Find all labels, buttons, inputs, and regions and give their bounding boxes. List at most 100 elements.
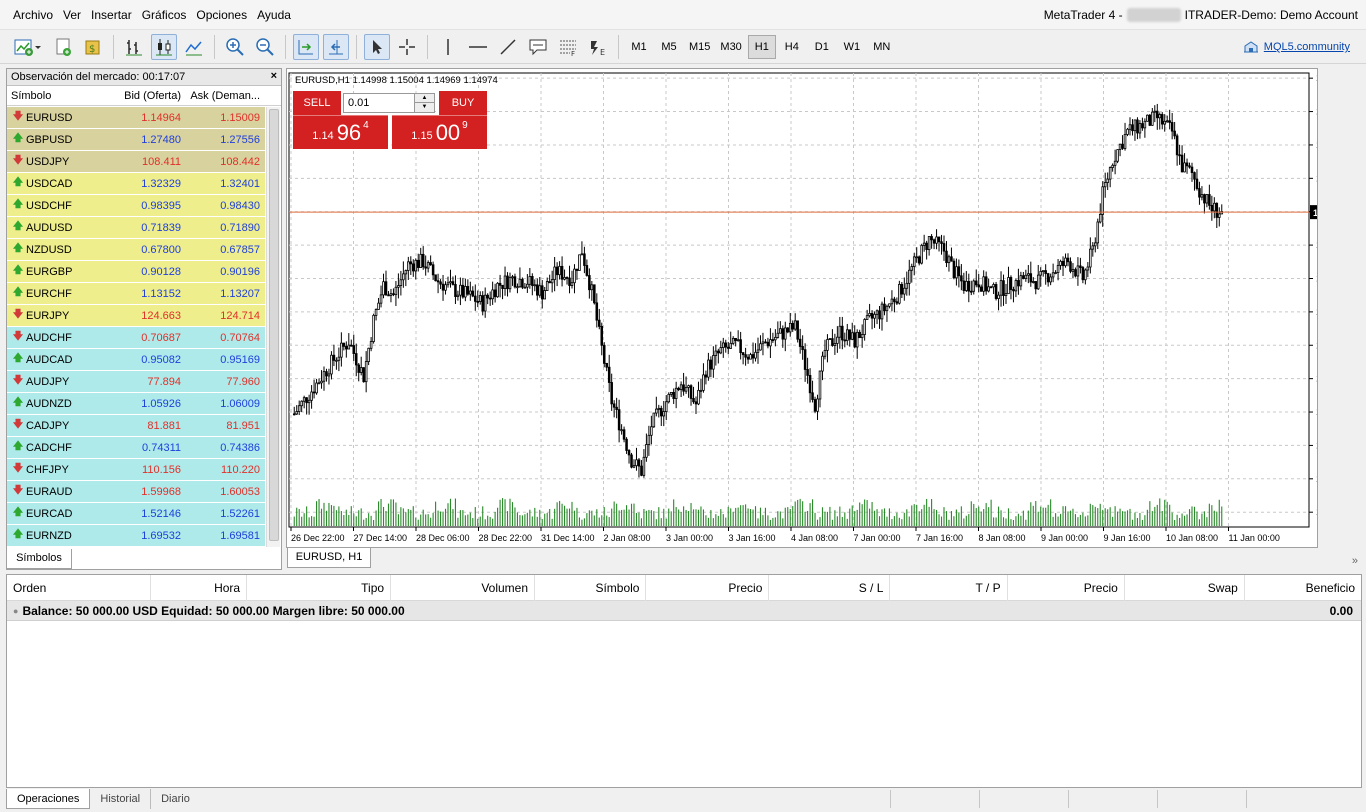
horizontal-line-button[interactable] bbox=[465, 34, 491, 60]
market-watch-row-audusd[interactable]: 🡅 AUDUSD 0.71839 0.71890 bbox=[7, 217, 265, 239]
timeframe-m5[interactable]: M5 bbox=[655, 35, 683, 59]
menu-ayuda[interactable]: Ayuda bbox=[252, 0, 296, 30]
market-watch-row-eurchf[interactable]: 🡅 EURCHF 1.13152 1.13207 bbox=[7, 283, 265, 305]
column-precio[interactable]: Precio bbox=[646, 574, 770, 601]
column-s-l[interactable]: S / L bbox=[769, 574, 891, 601]
candle-bear bbox=[454, 284, 457, 297]
market-watch-row-usdjpy[interactable]: 🡇 USDJPY 108.411 108.442 bbox=[7, 151, 265, 173]
tab-symbols[interactable]: Símbolos bbox=[6, 549, 72, 569]
timeframe-w1[interactable]: W1 bbox=[838, 35, 866, 59]
market-watch-row-cadjpy[interactable]: 🡇 CADJPY 81.881 81.951 bbox=[7, 415, 265, 437]
column-beneficio[interactable]: Beneficio bbox=[1245, 575, 1361, 601]
candlestick-chart-button[interactable] bbox=[151, 33, 177, 60]
new-chart-button[interactable] bbox=[10, 34, 46, 60]
line-chart-button[interactable] bbox=[181, 34, 207, 60]
menu-insertar[interactable]: Insertar bbox=[86, 0, 137, 30]
market-watch-button[interactable]: $ bbox=[80, 34, 106, 60]
buy-button[interactable]: BUY bbox=[439, 91, 487, 115]
market-watch-row-chfjpy[interactable]: 🡇 CHFJPY 110.156 110.220 bbox=[7, 459, 265, 481]
tab-operaciones[interactable]: Operaciones bbox=[6, 789, 91, 809]
tab-chart-eurusd-h1[interactable]: EURUSD, H1 bbox=[287, 548, 371, 568]
profiles-button[interactable] bbox=[50, 34, 76, 60]
market-watch-row-nzdusd[interactable]: 🡅 NZDUSD 0.67800 0.67857 bbox=[7, 239, 265, 261]
expert-advisors-button[interactable]: E bbox=[585, 34, 611, 60]
timeframe-h1[interactable]: H1 bbox=[747, 34, 776, 59]
market-watch-row-eurgbp[interactable]: 🡅 EURGBP 0.90128 0.90196 bbox=[7, 261, 265, 283]
tab-historial[interactable]: Historial bbox=[90, 789, 152, 809]
sell-button[interactable]: SELL bbox=[293, 91, 341, 115]
candle-bull bbox=[684, 387, 688, 392]
bar-chart-button[interactable] bbox=[121, 34, 147, 60]
close-icon[interactable]: × bbox=[271, 70, 277, 82]
sell-price-button[interactable]: 1.14 96 4 bbox=[293, 115, 388, 149]
scrollbar-thumb[interactable] bbox=[269, 109, 279, 541]
market-watch-row-usdcad[interactable]: 🡅 USDCAD 1.32329 1.32401 bbox=[7, 173, 265, 195]
menu-archivo[interactable]: Archivo bbox=[8, 0, 58, 30]
market-watch-row-eurcad[interactable]: 🡅 EURCAD 1.52146 1.52261 bbox=[7, 503, 265, 525]
column-symbol[interactable]: Símbolo bbox=[7, 90, 107, 102]
text-label-button[interactable] bbox=[525, 34, 551, 60]
candle-bear bbox=[848, 329, 852, 340]
balance-text: Balance: 50 000.00 USD Equidad: 50 000.0… bbox=[22, 603, 405, 618]
expand-tabs-icon[interactable]: » bbox=[1352, 555, 1358, 567]
fibonacci-button[interactable]: F bbox=[555, 34, 581, 60]
zoom-in-button[interactable] bbox=[222, 34, 248, 60]
candle-bear bbox=[617, 409, 621, 431]
menu-opciones[interactable]: Opciones bbox=[191, 0, 252, 30]
timeframe-m30[interactable]: M30 bbox=[716, 35, 745, 59]
timeframe-d1[interactable]: D1 bbox=[808, 35, 836, 59]
buy-price-button[interactable]: 1.15 00 9 bbox=[392, 115, 487, 149]
column-precio[interactable]: Precio bbox=[1008, 574, 1125, 601]
column-t-p[interactable]: T / P bbox=[890, 574, 1008, 601]
lot-size-input[interactable]: 0.01 ▲ ▼ bbox=[343, 93, 435, 113]
tab-diario[interactable]: Diario bbox=[151, 789, 200, 809]
candle-bull bbox=[635, 459, 638, 467]
column-hora[interactable]: Hora bbox=[151, 574, 248, 601]
lot-spinner[interactable]: ▲ ▼ bbox=[414, 94, 434, 112]
trendline-button[interactable] bbox=[495, 34, 521, 60]
candle-bull bbox=[880, 303, 884, 320]
timeframe-mn[interactable]: MN bbox=[868, 35, 896, 59]
spin-down-icon[interactable]: ▼ bbox=[415, 103, 434, 112]
market-watch-row-eurusd[interactable]: 🡇 EURUSD 1.14964 1.15009 bbox=[7, 107, 265, 129]
market-watch-row-gbpusd[interactable]: 🡅 GBPUSD 1.27480 1.27556 bbox=[7, 129, 265, 151]
menu-ver[interactable]: Ver bbox=[58, 0, 86, 30]
timeframe-h4[interactable]: H4 bbox=[778, 35, 806, 59]
column-bid[interactable]: Bid (Oferta) bbox=[107, 90, 186, 102]
candle-bull bbox=[523, 286, 527, 289]
vertical-line-button[interactable] bbox=[435, 34, 461, 60]
market-watch-row-audcad[interactable]: 🡅 AUDCAD 0.95082 0.95169 bbox=[7, 349, 265, 371]
market-watch-row-audchf[interactable]: 🡇 AUDCHF 0.70687 0.70764 bbox=[7, 327, 265, 349]
chart-shift-button[interactable] bbox=[323, 33, 349, 60]
market-watch-row-audnzd[interactable]: 🡅 AUDNZD 1.05926 1.06009 bbox=[7, 393, 265, 415]
timeframe-m15[interactable]: M15 bbox=[685, 35, 714, 59]
bid-price: 1.32329 bbox=[141, 177, 181, 190]
candle-bear bbox=[593, 284, 596, 304]
candle-bull bbox=[868, 312, 871, 317]
auto-scroll-button[interactable] bbox=[293, 33, 319, 60]
ask-price: 1.32401 bbox=[220, 177, 260, 190]
market-watch-row-euraud[interactable]: 🡇 EURAUD 1.59968 1.60053 bbox=[7, 481, 265, 503]
column-orden[interactable]: Orden bbox=[7, 574, 151, 601]
market-watch-row-eurnzd[interactable]: 🡅 EURNZD 1.69532 1.69581 bbox=[7, 525, 265, 547]
market-watch-row-audjpy[interactable]: 🡇 AUDJPY 77.894 77.960 bbox=[7, 371, 265, 393]
column-ask[interactable]: Ask (Deman... bbox=[186, 90, 265, 102]
market-watch-row-usdchf[interactable]: 🡅 USDCHF 0.98395 0.98430 bbox=[7, 195, 265, 217]
ask-price: 1.13207 bbox=[220, 287, 260, 300]
mql5-community-link[interactable]: MQL5.community bbox=[1242, 36, 1350, 58]
column-volumen[interactable]: Volumen bbox=[391, 574, 536, 601]
cursor-button[interactable] bbox=[364, 33, 390, 60]
timeframe-m1[interactable]: M1 bbox=[625, 35, 653, 59]
column-tipo[interactable]: Tipo bbox=[247, 574, 392, 601]
column-swap[interactable]: Swap bbox=[1125, 574, 1245, 601]
zoom-out-button[interactable] bbox=[252, 34, 278, 60]
column-s-mbolo[interactable]: Símbolo bbox=[535, 574, 647, 601]
chart-window[interactable]: 1.159331.156941.154551.152161.149771.147… bbox=[286, 68, 1352, 548]
crosshair-button[interactable] bbox=[394, 34, 420, 60]
market-watch-scrollbar[interactable] bbox=[266, 107, 280, 547]
spin-up-icon[interactable]: ▲ bbox=[415, 94, 434, 103]
market-watch-row-cadchf[interactable]: 🡅 CADCHF 0.74311 0.74386 bbox=[7, 437, 265, 459]
market-watch-row-eurjpy[interactable]: 🡇 EURJPY 124.663 124.714 bbox=[7, 305, 265, 327]
menu-graficos[interactable]: Gráficos bbox=[137, 0, 192, 30]
candle-bull bbox=[550, 279, 554, 284]
